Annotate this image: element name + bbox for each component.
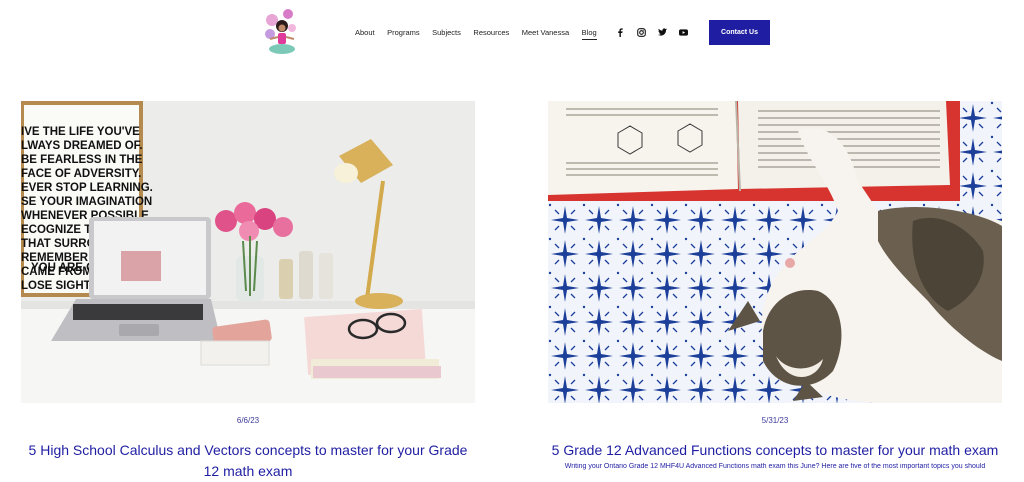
blog-post-card: 5/31/23 5 Grade 12 Advanced Functions co… [548,101,1002,470]
post-title[interactable]: 5 High School Calculus and Vectors conce… [21,440,475,482]
contact-us-button[interactable]: Contact Us [709,20,770,45]
svg-text:IVE THE LIFE YOU'VE: IVE THE LIFE YOU'VE [21,126,140,138]
site-header: About Programs Subjects Resources Meet V… [0,0,1024,66]
svg-text:BE FEARLESS IN THE: BE FEARLESS IN THE [21,154,143,166]
facebook-icon[interactable] [615,27,625,37]
post-title[interactable]: 5 Grade 12 Advanced Functions concepts t… [548,440,1002,461]
svg-text:FACE OF ADVERSITY.: FACE OF ADVERSITY. [21,168,141,180]
twitter-icon[interactable] [657,27,667,37]
svg-text:EVER STOP LEARNING.: EVER STOP LEARNING. [21,182,153,194]
post-thumbnail[interactable]: IVE THE LIFE YOU'VE LWAYS DREAMED OF. BE… [21,101,475,403]
post-excerpt: Writing your Ontario Grade 12 MHF4U Adva… [564,463,986,470]
post-date: 6/6/23 [236,416,260,425]
youtube-icon[interactable] [678,27,688,37]
svg-text:SE YOUR IMAGINATION: SE YOUR IMAGINATION [21,196,152,208]
post-thumbnail[interactable] [548,101,1002,403]
main-nav: About Programs Subjects Resources Meet V… [355,27,609,40]
svg-text:LWAYS DREAMED OF.: LWAYS DREAMED OF. [21,140,143,152]
social-links [615,27,688,37]
instagram-icon[interactable] [636,27,646,37]
nav-blog[interactable]: Blog [581,27,597,40]
nav-about[interactable]: About [355,27,375,40]
nav-meet-vanessa[interactable]: Meet Vanessa [522,27,569,40]
site-logo[interactable] [262,6,302,58]
post-date: 5/31/23 [761,416,789,425]
blog-post-card: IVE THE LIFE YOU'VE LWAYS DREAMED OF. BE… [21,101,475,482]
nav-resources[interactable]: Resources [473,27,509,40]
nav-subjects[interactable]: Subjects [432,27,461,40]
nav-programs[interactable]: Programs [387,27,420,40]
